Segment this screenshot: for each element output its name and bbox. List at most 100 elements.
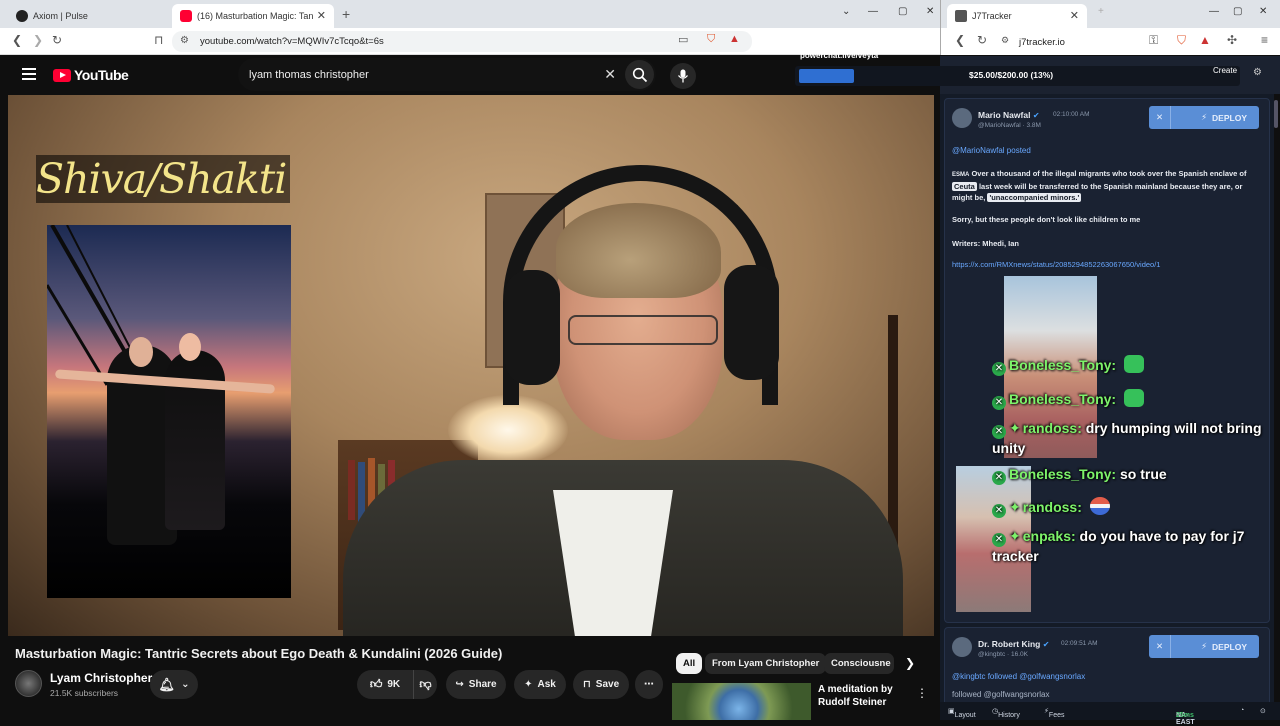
recommended-title[interactable]: A meditation by Rudolf Steiner [818,683,893,709]
youtube-logo[interactable]: YouTube [53,67,129,83]
create-button[interactable]: Create [1213,66,1237,75]
chat-message: ✕ Boneless_Tony: so true [992,466,1167,485]
close-tab-icon[interactable]: ✕ [317,9,326,22]
tweet-writers: Writers: Mhedi, Ian [952,239,1019,248]
minimize-icon[interactable]: — [1209,6,1219,17]
overlay-poster-image [47,225,291,598]
chips-next-icon[interactable]: ❯ [905,656,915,670]
timestamp: 02:10:00 AM [1053,111,1090,118]
close-tab-icon[interactable]: ✕ [1070,9,1079,22]
recommended-more-icon[interactable]: ⋮ [916,686,928,700]
new-tab-icon[interactable]: + [342,6,350,22]
tracker-status-bar: ▣ Layout ◷ History ⚡ Fees NA-EAST 25ms ◔… [940,702,1280,726]
like-button[interactable]: 👍︎ 9K [357,670,413,699]
brave-shield-icon[interactable]: ⛉ [707,33,715,46]
close-window-icon[interactable]: ✕ [1259,6,1267,17]
deploy-button[interactable]: ✕ ⚡ DEPLOY [1149,635,1259,658]
settings-icon[interactable]: ⚙ [1253,67,1262,78]
reload-icon[interactable]: ↻ [977,33,987,47]
bookmark-icon[interactable]: ⊓ [154,33,163,47]
chat-message-continuation: tracker [992,548,1039,564]
share-button[interactable]: ↪ Share [446,670,506,699]
back-icon[interactable]: ❮ [12,33,22,47]
chip-consciousness[interactable]: Consciousne [824,653,894,674]
voice-search-button[interactable] [670,63,696,89]
save-button[interactable]: ⊓ Save [573,670,629,699]
tab-list-chevron-icon[interactable]: ⌄ [842,6,850,17]
chat-badge-icon: ✕ [992,471,1006,485]
fees-button[interactable]: ⚡ Fees [1044,707,1064,719]
search-button[interactable] [625,60,654,89]
site-info-icon[interactable]: ⚙ [180,35,189,46]
x-logo-icon: ✕ [1149,635,1171,658]
channel-avatar[interactable] [15,670,42,697]
url-text: j7tracker.io [1019,37,1065,48]
save-label: Save [595,679,620,690]
video-player[interactable]: Shiva/Shakti [8,95,934,636]
tweet-link[interactable]: https://x.com/RMXnews/status/20852948522… [952,260,1160,269]
menu-icon[interactable]: ≡ [1261,33,1268,47]
chip-from-channel[interactable]: From Lyam Christopher [705,653,827,674]
star-icon: ✦ [1009,499,1021,515]
screen-icon[interactable]: ▭ [678,33,688,46]
tweet-text-line2: Sorry, but these people don't look like … [952,215,1141,224]
deploy-button[interactable]: ✕ ⚡ DEPLOY [1149,106,1259,129]
key-icon[interactable]: ⚿ [1149,33,1158,48]
channel-name[interactable]: Lyam Christopher [50,671,152,685]
forward-icon[interactable]: ❯ [33,33,43,47]
avatar[interactable] [952,108,972,128]
sound-icon[interactable]: ◔ [1240,707,1244,714]
url-field[interactable]: ⚙ youtube.com/watch?v=MQWIv7cTcqo&t=6s [172,31,752,52]
chat-badge-icon: ✕ [992,533,1006,547]
person-hair [556,203,721,298]
posted-label[interactable]: @MarioNawfal posted [952,146,1031,155]
chip-all[interactable]: All [676,653,703,674]
headphone-cup-left [505,270,560,385]
subscribed-notifications-button[interactable]: 🔔︎ ⌄ [150,670,198,699]
tab-axiom-pulse[interactable]: Axiom | Pulse [8,4,168,28]
rewards-icon[interactable]: ▲ [1199,33,1211,47]
close-window-icon[interactable]: ✕ [926,6,934,17]
restore-icon[interactable]: ▢ [898,6,907,17]
posted-label[interactable]: @kingbtc followed @golfwangsnorlax [952,672,1085,681]
tab-label: J7Tracker [972,11,1012,21]
author-name[interactable]: Mario Nawfal ✔ [978,110,1040,120]
avatar[interactable] [952,637,972,657]
reload-icon[interactable]: ↻ [52,33,62,47]
author-name[interactable]: Dr. Robert King ✔ [978,639,1049,649]
ask-button[interactable]: ✦ Ask [514,670,566,699]
dislike-button[interactable]: 👎︎ [413,670,437,699]
left-browser-tabbar: Axiom | Pulse (16) Masturbation Magic: T… [0,0,940,28]
restore-icon[interactable]: ▢ [1233,6,1242,17]
menu-icon[interactable] [22,68,36,80]
chat-emote-icon [1089,497,1110,515]
chat-badge-icon: ✕ [992,504,1006,518]
progress-label: $25.00/$200.00 (13%) [969,70,1054,80]
x-logo-icon: ✕ [1149,106,1171,129]
chat-emote-icon [1124,389,1145,407]
more-dots-icon: ⋯ [644,679,654,690]
search-input[interactable]: lyam thomas christopher ✕ [238,58,656,91]
brave-shield-icon[interactable]: ⛉ [1177,33,1186,48]
minimize-icon[interactable]: — [868,6,878,17]
status-icon[interactable]: ⊙ [1260,707,1266,715]
lightning-icon: ⚡ [1201,112,1208,122]
tab-j7tracker[interactable]: J7Tracker ✕ [947,4,1087,28]
rewards-icon[interactable]: ▲ [729,33,740,45]
clear-search-icon[interactable]: ✕ [604,66,616,83]
layout-button[interactable]: ▣ Layout [948,707,976,719]
axiom-icon [16,10,28,22]
extensions-icon[interactable]: ✣ [1227,33,1237,47]
thumbs-up-icon: 👍︎ [369,677,383,691]
tab-label: (16) Masturbation Magic: Tan [197,11,314,21]
tab-youtube-video[interactable]: (16) Masturbation Magic: Tan ✕ [172,4,334,28]
new-tab-icon[interactable]: + [1098,6,1104,17]
more-actions-button[interactable]: ⋯ [635,670,663,699]
history-button[interactable]: ◷ History [992,707,1020,719]
right-address-bar: ❮ ↻ ⚙ j7tracker.io ⚿ ⛉ ▲ ✣ ≡ [940,28,1280,55]
scrollbar[interactable] [1274,100,1278,128]
back-icon[interactable]: ❮ [955,33,965,47]
share-label: Share [468,679,497,690]
recommended-thumbnail[interactable] [672,683,811,720]
site-info-icon[interactable]: ⚙ [1001,35,1009,46]
